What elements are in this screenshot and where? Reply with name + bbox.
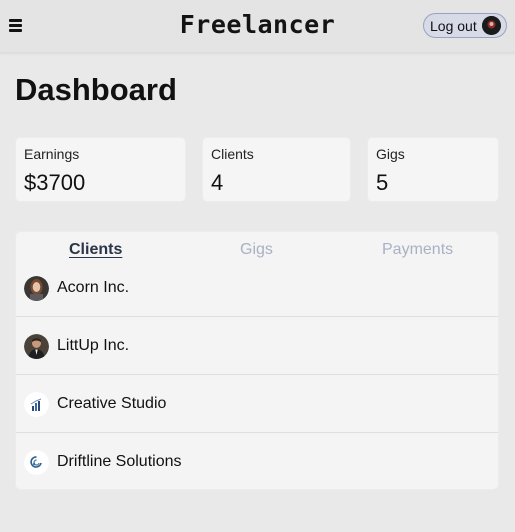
stat-value: 5 <box>376 170 389 195</box>
client-name: Driftline Solutions <box>57 453 182 470</box>
stat-card-gigs: Gigs 5 <box>367 137 499 202</box>
stat-value: $3700 <box>24 170 86 195</box>
clients-panel: Clients Gigs Payments Acorn Inc. LittUp … <box>15 231 499 490</box>
swirl-logo-icon <box>24 450 49 475</box>
tab-payments[interactable]: Payments <box>382 241 453 259</box>
logout-button[interactable]: Log out <box>423 13 507 38</box>
stat-value: 4 <box>211 170 224 195</box>
portrait-man-avatar <box>24 334 49 359</box>
logout-label: Log out <box>430 17 477 34</box>
client-row-driftline[interactable]: Driftline Solutions <box>16 433 498 489</box>
portrait-woman-avatar <box>24 276 49 301</box>
client-name: LittUp Inc. <box>57 337 130 354</box>
client-name: Creative Studio <box>57 395 167 412</box>
stat-card-earnings: Earnings $3700 <box>15 137 186 202</box>
stat-label: Clients <box>211 146 254 162</box>
client-row-acorn[interactable]: Acorn Inc. <box>16 259 498 317</box>
tab-clients[interactable]: Clients <box>69 241 122 259</box>
top-app-bar: Freelancer Log out <box>0 0 515 53</box>
page-title: Dashboard <box>15 72 177 107</box>
tab-gigs[interactable]: Gigs <box>240 241 273 259</box>
stat-label: Gigs <box>376 146 405 162</box>
client-row-creative-studio[interactable]: Creative Studio <box>16 375 498 433</box>
stat-label: Earnings <box>24 146 80 162</box>
bar-chart-logo-icon <box>24 392 49 417</box>
client-row-littup[interactable]: LittUp Inc. <box>16 317 498 375</box>
client-name: Acorn Inc. <box>57 279 130 296</box>
user-avatar <box>482 16 501 35</box>
stat-card-clients: Clients 4 <box>202 137 351 202</box>
